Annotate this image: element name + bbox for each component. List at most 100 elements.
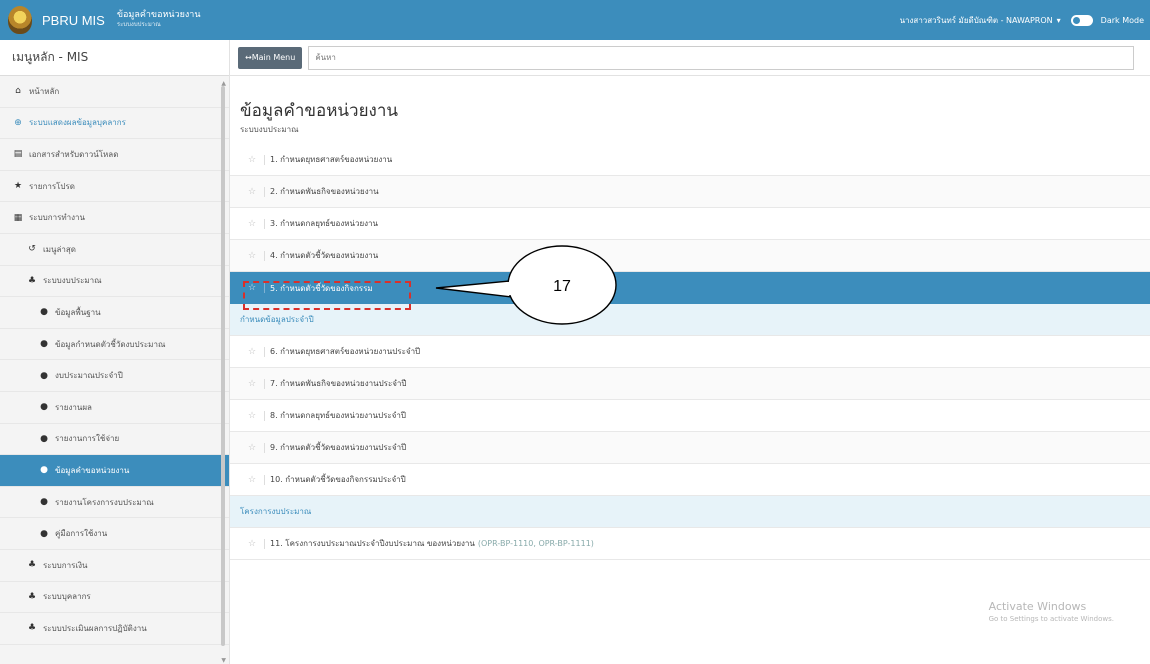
star-icon[interactable]: ☆ <box>248 155 262 165</box>
list-item-label: 4. กำหนดตัวชี้วัดของหน่วยงาน <box>270 251 379 260</box>
sidebar-item-performance-system[interactable]: ♣ ระบบประเมินผลการปฏิบัติงาน <box>0 613 229 645</box>
sidebar-item-label: รายงานการใช้จ่าย <box>55 434 120 444</box>
list-item-label: 3. กำหนดกลยุทธ์ของหน่วยงาน <box>270 219 379 228</box>
star-icon[interactable]: ☆ <box>248 347 262 357</box>
sidebar-item-label: เมนูล่าสุด <box>43 244 76 254</box>
scroll-up-icon[interactable]: ▲ <box>221 80 226 87</box>
breadcrumb-title: ข้อมูลคำขอหน่วยงาน <box>116 10 201 20</box>
list-item[interactable]: ☆ 3. กำหนดกลยุทธ์ของหน่วยงาน <box>230 208 1150 240</box>
star-icon[interactable]: ☆ <box>248 539 262 549</box>
separator <box>264 538 265 549</box>
list-item[interactable]: ☆ 8. กำหนดกลยุทธ์ของหน่วยงานประจำปี <box>230 400 1150 432</box>
list-item[interactable]: ☆ 6. กำหนดยุทธศาสตร์ของหน่วยงานประจำปี <box>230 336 1150 368</box>
separator <box>264 346 265 357</box>
dark-mode-toggle[interactable] <box>1070 14 1093 26</box>
dark-mode-label: Dark Mode <box>1100 15 1144 25</box>
sidebar-item-label: ข้อมูลกำหนดตัวชี้วัดงบประมาณ <box>55 339 166 349</box>
sidebar-item-label: ระบบแสดงผลข้อมูลบุคลากร <box>29 118 126 128</box>
list-item-label: 8. กำหนดกลยุทธ์ของหน่วยงานประจำปี <box>270 411 406 420</box>
list-item[interactable]: ☆ 1. กำหนดยุทธศาสตร์ของหน่วยงาน <box>230 144 1150 176</box>
list-item-label: 1. กำหนดยุทธศาสตร์ของหน่วยงาน <box>270 155 393 164</box>
watermark-line1: Activate Windows <box>988 600 1087 613</box>
sidebar-header: เมนูหลัก - MIS <box>0 40 229 76</box>
sidebar-item-label: หน้าหลัก <box>29 86 60 96</box>
globe-icon: ⊕ <box>14 117 22 128</box>
page-subtitle: ระบบงบประมาณ <box>240 125 299 134</box>
separator <box>264 186 265 197</box>
home-icon: ⌂ <box>15 86 21 97</box>
sidebar-item-home[interactable]: ⌂ หน้าหลัก <box>0 76 229 108</box>
sidebar-item-unit-requests[interactable]: ● ข้อมูลคำขอหน่วยงาน <box>0 455 229 487</box>
university-logo[interactable] <box>8 6 32 34</box>
star-icon[interactable]: ☆ <box>248 251 262 261</box>
sidebar-item-documents[interactable]: ▤ เอกสารสำหรับดาวน์โหลด <box>0 139 229 171</box>
list-item-label: 9. กำหนดตัวชี้วัดของหน่วยงานประจำปี <box>270 443 407 452</box>
sidebar-item-label: รายการโปรด <box>29 181 75 191</box>
list-item[interactable]: ☆ 7. กำหนดพันธกิจของหน่วยงานประจำปี <box>230 368 1150 400</box>
sidebar-item-label: ข้อมูลคำขอหน่วยงาน <box>55 465 130 475</box>
star-icon[interactable]: ☆ <box>248 187 262 197</box>
sidebar-item-personnel-display[interactable]: ⊕ ระบบแสดงผลข้อมูลบุคลากร <box>0 108 229 140</box>
search-input[interactable]: ค้นหา <box>308 45 1135 70</box>
sidebar-item-label: ระบบการทำงาน <box>29 213 86 223</box>
sidebar-item-favorites[interactable]: ★ รายการโปรด <box>0 171 229 203</box>
main-content: ↔Main Menu ค้นหา ข้อมูลคำขอหน่วยงาน ระบบ… <box>230 40 1150 664</box>
brand-name[interactable]: PBRU MIS <box>42 13 105 28</box>
list-item-label: 2. กำหนดพันธกิจของหน่วยงาน <box>270 187 379 196</box>
circle-icon: ● <box>40 307 48 318</box>
page-title: ข้อมูลคำขอหน่วยงาน <box>240 101 399 121</box>
star-icon[interactable]: ☆ <box>248 443 262 453</box>
separator <box>264 442 265 453</box>
sidebar-item-project-report[interactable]: ● รายงานโครงการงบประมาณ <box>0 487 229 519</box>
sidebar-item-label: ระบบการเงิน <box>43 560 88 570</box>
breadcrumb-subtitle: ระบบงบประมาณ <box>116 21 161 28</box>
star-icon[interactable]: ☆ <box>248 475 262 485</box>
sidebar-item-label: รายงานโครงการงบประมาณ <box>55 497 154 507</box>
grid-icon: ▦ <box>13 212 23 223</box>
circle-icon: ● <box>40 497 48 508</box>
sidebar-item-label: รายงานผล <box>55 402 92 412</box>
star-icon[interactable]: ☆ <box>248 379 262 389</box>
separator <box>264 218 265 229</box>
menu-list: ☆ 1. กำหนดยุทธศาสตร์ของหน่วยงาน ☆ 2. กำหนด… <box>230 144 1150 560</box>
star-icon[interactable]: ☆ <box>248 411 262 421</box>
list-item[interactable]: ☆ 4. กำหนดตัวชี้วัดของหน่วยงาน <box>230 240 1150 272</box>
sidebar-item-user-manual[interactable]: ● คู่มือการใช้งาน <box>0 518 229 550</box>
sidebar-item-label: เอกสารสำหรับดาวน์โหลด <box>29 149 119 159</box>
sidebar-item-budget-system[interactable]: ♣ ระบบงบประมาณ <box>0 266 229 298</box>
sidebar-item-basic-data[interactable]: ● ข้อมูลพื้นฐาน <box>0 297 229 329</box>
main-menu-button[interactable]: ↔Main Menu <box>238 46 303 69</box>
main-toolbar: ↔Main Menu ค้นหา <box>230 40 1150 76</box>
user-menu[interactable]: นางสาวสวรินทร์ มัยดีบัณฑิต - NAWAPRON <box>900 14 1053 27</box>
sidebar-item-label: ข้อมูลพื้นฐาน <box>55 307 101 317</box>
list-item[interactable]: ☆ 2. กำหนดพันธกิจของหน่วยงาน <box>230 176 1150 208</box>
list-item[interactable]: ☆ 11. โครงการงบประมาณประจำปีงบประมาณ ของห… <box>230 528 1150 560</box>
scroll-down-icon[interactable]: ▼ <box>221 657 226 664</box>
users-icon: ♣ <box>27 623 37 634</box>
sidebar-item-finance-system[interactable]: ♣ ระบบการเงิน <box>0 550 229 582</box>
sidebar-item-label: ระบบประเมินผลการปฏิบัติงาน <box>43 623 147 633</box>
sidebar-item-annual-budget[interactable]: ● งบประมาณประจำปี <box>0 360 229 392</box>
star-icon[interactable]: ☆ <box>248 219 262 229</box>
sidebar-item-work-systems[interactable]: ▦ ระบบการทำงาน <box>0 202 229 234</box>
sidebar-item-recent-menu[interactable]: ↺ เมนูล่าสุด <box>0 234 229 266</box>
circle-icon: ● <box>40 339 48 350</box>
sidebar-item-expense-report[interactable]: ● รายงานการใช้จ่าย <box>0 424 229 456</box>
sidebar-scrollbar[interactable] <box>221 86 225 646</box>
sidebar-item-personnel-system[interactable]: ♣ ระบบบุคลากร <box>0 582 229 614</box>
callout-gap <box>506 282 522 295</box>
caret-down-icon[interactable]: ▾ <box>1057 16 1061 25</box>
list-item-code: (OPR-BP-1110, OPR-BP-1111) <box>477 539 594 548</box>
separator <box>264 378 265 389</box>
circle-icon: ● <box>40 370 48 381</box>
list-item-label: 11. โครงการงบประมาณประจำปีงบประมาณ ของหน… <box>270 539 475 548</box>
separator <box>264 154 265 165</box>
annotation-callout: 17 <box>435 245 617 325</box>
list-item[interactable]: ☆ 9. กำหนดตัวชี้วัดของหน่วยงานประจำปี <box>230 432 1150 464</box>
sidebar-item-results-report[interactable]: ● รายงานผล <box>0 392 229 424</box>
list-item-label: 7. กำหนดพันธกิจของหน่วยงานประจำปี <box>270 379 407 388</box>
sidebar-item-budget-indicators[interactable]: ● ข้อมูลกำหนดตัวชี้วัดงบประมาณ <box>0 329 229 361</box>
circle-icon: ● <box>40 465 48 476</box>
windows-activation-watermark: Activate Windows Go to Settings to activ… <box>989 600 1114 623</box>
list-item[interactable]: ☆ 10. กำหนดตัวชี้วัดของกิจกรรมประจำปี <box>230 464 1150 496</box>
